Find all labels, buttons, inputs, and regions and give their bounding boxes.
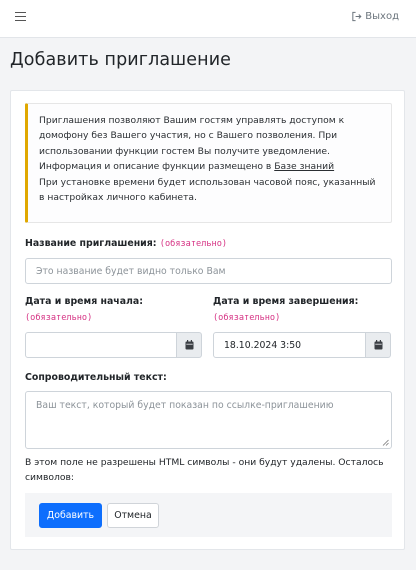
name-label: Название приглашения: (обязательно): [25, 238, 228, 249]
add-button[interactable]: Добавить: [39, 503, 102, 528]
hamburger-icon[interactable]: [15, 12, 26, 21]
start-label: Дата и время начала:: [25, 296, 143, 307]
help-text: В этом поле не разрешены HTML символы - …: [25, 457, 384, 484]
end-datetime-input[interactable]: 18.10.2024 3:50: [213, 332, 366, 358]
logout-label: Выход: [365, 11, 399, 22]
required-marker: (обязательно): [213, 313, 281, 323]
info-alert: Приглашения позволяют Вашим гостям управ…: [25, 103, 392, 223]
logout-icon: [352, 11, 362, 22]
form-actions: Добавить Отмена: [25, 493, 392, 537]
end-label: Дата и время завершения:: [213, 296, 359, 307]
logout-button[interactable]: Выход: [351, 11, 399, 22]
knowledge-base-link[interactable]: Базе знаний: [274, 161, 334, 172]
invitation-form-card: Приглашения позволяют Вашим гостям управ…: [10, 90, 405, 550]
start-calendar-button[interactable]: [176, 332, 202, 358]
calendar-icon: [185, 340, 193, 350]
page-title: Добавить приглашение: [10, 50, 232, 70]
end-calendar-button[interactable]: [365, 332, 391, 358]
required-marker: (обязательно): [159, 239, 228, 249]
accompanying-text-textarea[interactable]: Ваш текст, который будет показан по ссыл…: [25, 391, 392, 449]
calendar-icon: [374, 340, 382, 350]
cancel-button[interactable]: Отмена: [107, 503, 159, 528]
start-datetime-input[interactable]: [25, 332, 177, 358]
textarea-placeholder: Ваш текст, который будет показан по ссыл…: [36, 400, 334, 411]
top-bar: Выход: [0, 0, 416, 38]
alert-timezone-text: При установке времени будет использован …: [39, 176, 376, 204]
required-marker: (обязательно): [25, 313, 93, 323]
text-label: Сопроводительный текст:: [25, 372, 167, 383]
resize-handle-icon[interactable]: [382, 439, 389, 446]
invitation-name-input[interactable]: Это название будет видно только Вам: [25, 258, 392, 284]
